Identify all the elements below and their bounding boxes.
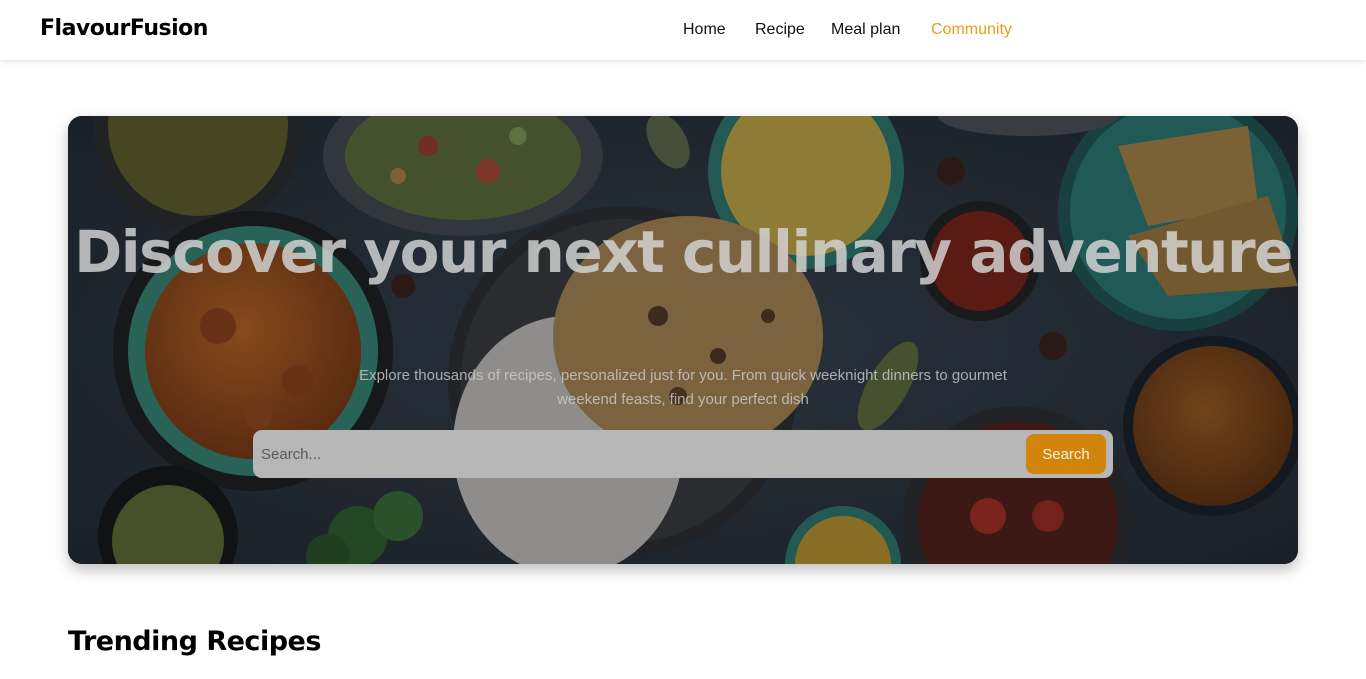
nav-item-community[interactable]: Community (931, 21, 1012, 39)
search-input[interactable] (253, 430, 1013, 478)
search-button[interactable]: Search (1026, 434, 1106, 474)
search-bar: Search (253, 430, 1113, 478)
nav-item-home[interactable]: Home (683, 21, 726, 39)
hero-subtitle: Explore thousands of recipes, personaliz… (359, 367, 1007, 408)
hero-title: Discover your next cullinary adventure (74, 218, 1293, 286)
hero-overlay (68, 116, 1298, 564)
top-navigation-bar: FlavourFusion Home Recipe Meal plan Comm… (0, 0, 1366, 60)
trending-recipes-heading: Trending Recipes (68, 626, 321, 657)
nav-item-meal-plan[interactable]: Meal plan (831, 21, 900, 39)
hero-banner: Discover your next cullinary adventure E… (68, 116, 1298, 564)
main-nav: Home Recipe Meal plan Community (0, 21, 1366, 41)
nav-item-recipe[interactable]: Recipe (755, 21, 805, 39)
